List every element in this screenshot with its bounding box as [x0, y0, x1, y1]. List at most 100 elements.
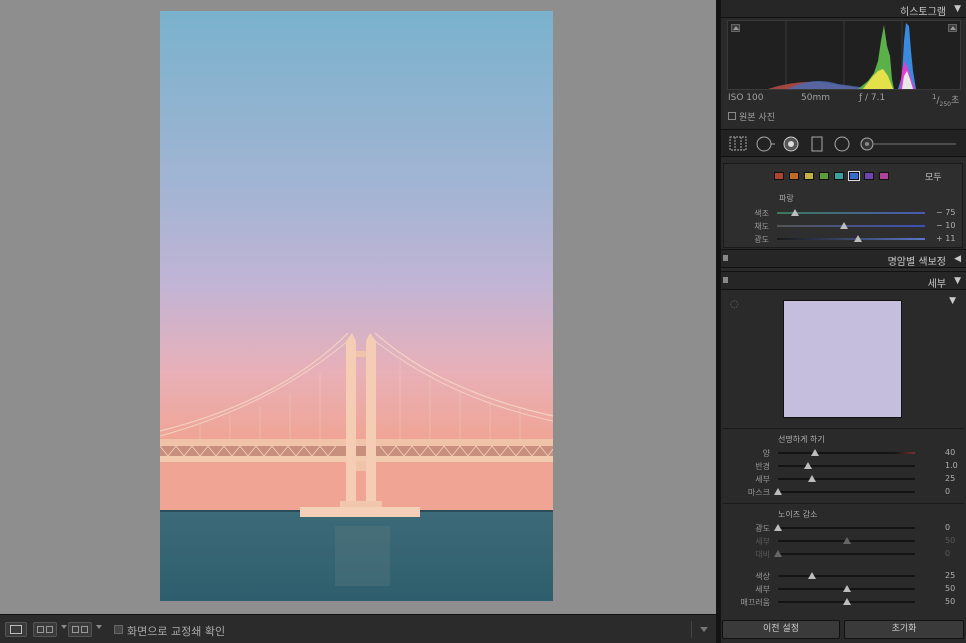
noise-reduction-title: 노이즈 감소	[778, 510, 818, 519]
red-eye-icon[interactable]	[783, 136, 799, 152]
color-swatch[interactable]	[819, 172, 829, 180]
slider-value[interactable]: − 75	[936, 208, 955, 217]
softproof-label: 화면으로 교정쇄 확인	[127, 625, 226, 638]
slider-thumb[interactable]	[854, 235, 863, 242]
slider-value[interactable]: 25	[945, 571, 955, 580]
panel-toggle-icon[interactable]	[723, 255, 728, 261]
aperture-value: ƒ / 7.1	[859, 93, 886, 103]
bottom-toolbar: 화면으로 교정쇄 확인	[0, 614, 716, 643]
slider-track[interactable]	[777, 212, 925, 214]
split-toning-header[interactable]: 명암별 색보정 ◀	[721, 249, 966, 268]
slider-track[interactable]	[778, 452, 915, 454]
after-icon	[81, 626, 88, 633]
slider-thumb[interactable]	[790, 209, 799, 216]
after-icon	[46, 626, 53, 633]
original-photo-checkbox[interactable]	[728, 112, 736, 120]
toolbar-menu-button[interactable]	[691, 621, 713, 638]
previous-settings-button[interactable]: 이전 설정	[722, 620, 840, 639]
preview-toggle-icon[interactable]: ▼	[949, 296, 956, 306]
slider-thumb[interactable]	[774, 488, 782, 495]
slider-label: 광도	[755, 524, 770, 533]
slider-thumb[interactable]	[842, 598, 851, 605]
color-swatch[interactable]	[834, 172, 844, 180]
slider-value[interactable]: 25	[945, 474, 955, 483]
exif-info: ISO 100 50mm ƒ / 7.1 1/250초	[728, 93, 963, 108]
slider-thumb[interactable]	[810, 449, 819, 456]
slider-value[interactable]: − 10	[936, 221, 955, 230]
adjustment-brush-icon[interactable]	[860, 136, 958, 152]
slider-label: 채도	[754, 222, 769, 231]
slider-value[interactable]: 0	[945, 549, 950, 558]
slider-thumb[interactable]	[774, 550, 782, 557]
histogram-graph[interactable]	[727, 20, 961, 90]
iso-value: ISO 100	[728, 93, 764, 103]
divider	[723, 428, 964, 429]
expand-icon[interactable]: ◀	[954, 254, 961, 264]
slider-thumb[interactable]	[842, 585, 851, 592]
shutter-value: 1/250초	[932, 93, 960, 108]
detail-title: 세부	[927, 279, 946, 290]
detail-preview[interactable]	[783, 300, 902, 418]
slider-thumb[interactable]	[808, 572, 817, 579]
slider-label: 색상	[755, 572, 770, 581]
all-colors-tab[interactable]: 모두	[925, 170, 942, 183]
slider-value[interactable]: 0	[945, 523, 950, 532]
color-swatch[interactable]	[789, 172, 799, 180]
slider-thumb[interactable]	[804, 462, 813, 469]
chevron-down-icon[interactable]	[61, 625, 67, 629]
slider-label: 광도	[754, 235, 769, 244]
slider-track[interactable]	[777, 238, 925, 240]
slider-thumb[interactable]	[839, 222, 848, 229]
focal-length-value: 50mm	[801, 93, 830, 103]
softproof-checkbox[interactable]	[114, 625, 123, 634]
color-swatch[interactable]	[804, 172, 814, 180]
slider-value[interactable]: 50	[945, 597, 955, 606]
color-swatch[interactable]	[774, 172, 784, 180]
before-after-lr-button[interactable]	[33, 622, 57, 637]
before-after-yy-button[interactable]	[68, 622, 92, 637]
color-swatch[interactable]	[879, 172, 889, 180]
hsl-section: 모두 파랑 색조 − 75 채도 − 10 광도 + 11	[723, 163, 963, 248]
collapse-icon[interactable]: ▼	[954, 276, 961, 286]
slider-label: 마스크	[747, 488, 770, 497]
slider-thumb[interactable]	[842, 537, 851, 544]
bridge-photo[interactable]	[160, 11, 553, 601]
slider-value[interactable]: 50	[945, 536, 955, 545]
crop-overlay-icon[interactable]	[729, 136, 747, 151]
radial-filter-icon[interactable]	[834, 136, 850, 152]
slider-track[interactable]	[777, 225, 925, 227]
slider-thumb[interactable]	[774, 524, 782, 531]
slider-label: 색조	[754, 209, 769, 218]
before-icon	[37, 626, 44, 633]
slider-label: 양	[762, 449, 770, 458]
slider-label: 세부	[755, 585, 770, 594]
loupe-view-button[interactable]	[5, 622, 27, 637]
reset-button[interactable]: 초기화	[844, 620, 964, 639]
slider-value[interactable]: 0	[945, 487, 950, 496]
slider-thumb[interactable]	[808, 475, 817, 482]
target-icon[interactable]: ◌	[730, 299, 739, 310]
slider-label: 매끄러움	[740, 598, 770, 607]
original-photo-label: 원본 사진	[739, 113, 775, 123]
slider-value[interactable]: 50	[945, 584, 955, 593]
slider-value[interactable]: + 11	[936, 234, 955, 243]
slider-value[interactable]: 40	[945, 448, 955, 457]
slider-track[interactable]	[778, 478, 915, 480]
slider-track[interactable]	[778, 553, 915, 555]
slider-track[interactable]	[778, 527, 915, 529]
color-swatch[interactable]	[848, 171, 860, 181]
tool-strip	[721, 129, 966, 157]
chevron-down-icon[interactable]	[96, 625, 102, 629]
divider	[723, 503, 964, 504]
slider-track[interactable]	[778, 575, 915, 577]
spot-removal-icon[interactable]	[756, 136, 776, 152]
graduated-filter-icon[interactable]	[811, 136, 823, 152]
histogram-header[interactable]: 히스토그램 ▼	[721, 0, 966, 18]
slider-track[interactable]	[778, 491, 915, 493]
slider-value[interactable]: 1.0	[945, 461, 958, 470]
color-swatch[interactable]	[864, 172, 874, 180]
collapse-icon[interactable]: ▼	[954, 4, 961, 14]
detail-header[interactable]: 세부 ▼	[721, 271, 966, 290]
slider-track[interactable]	[778, 465, 915, 467]
panel-toggle-icon[interactable]	[723, 277, 728, 283]
